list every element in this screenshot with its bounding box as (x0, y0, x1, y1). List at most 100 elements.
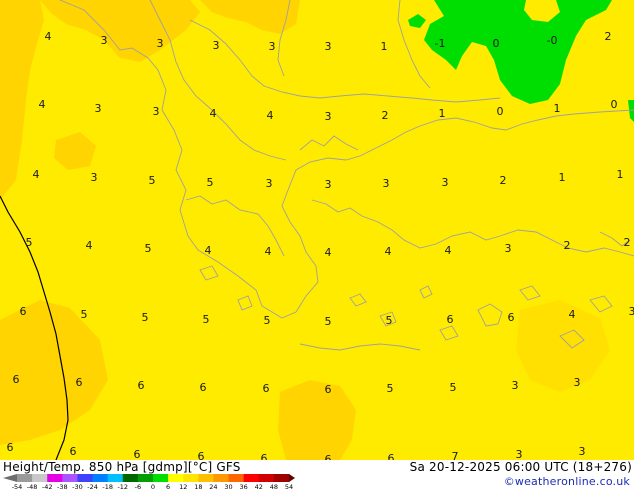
temperature-value: 2 (382, 109, 389, 122)
temperature-value: 4 (445, 244, 452, 257)
temperature-value: 3 (325, 40, 332, 53)
temperature-value: 1 (439, 107, 446, 120)
scale-swatch (77, 474, 94, 482)
scale-swatch (92, 474, 109, 482)
temperature-value: 3 (213, 39, 220, 52)
scale-swatch (258, 474, 275, 482)
temperature-value: 0 (611, 98, 618, 111)
scale-tick-label: -6 (135, 483, 141, 490)
scale-swatch (32, 474, 48, 482)
scale-tick-label: 30 (224, 483, 232, 490)
scale-tick-label: 0 (151, 483, 155, 490)
scale-tick-label: -12 (117, 483, 128, 490)
temperature-value: 4 (33, 168, 40, 181)
scale-swatch (3, 474, 17, 482)
scale-tick-label: -18 (102, 483, 113, 490)
scale-tick-label: 54 (285, 483, 293, 490)
temperature-value: 6 (134, 448, 141, 460)
temperature-value: 3 (629, 305, 634, 318)
temperature-value: 1 (559, 171, 566, 184)
temperature-value: 5 (203, 313, 210, 326)
scale-swatch (62, 474, 78, 482)
temperature-value: -0 (547, 34, 558, 47)
temperature-value: 6 (325, 453, 332, 460)
temperature-value: 6 (138, 379, 145, 392)
temperature-value: 4 (210, 107, 217, 120)
temperature-value: -1 (435, 37, 446, 50)
scale-tick-label: 18 (194, 483, 202, 490)
scale-swatch (107, 474, 124, 482)
temperature-value: 1 (381, 40, 388, 53)
temperature-value: 3 (512, 379, 519, 392)
temperature-value: 5 (81, 308, 88, 321)
temperature-value: 4 (45, 30, 52, 43)
temperature-value: 5 (145, 242, 152, 255)
temperature-value: 2 (564, 239, 571, 252)
temperature-value: 4 (267, 109, 274, 122)
scale-tick-label: 24 (209, 483, 217, 490)
temperature-value: 3 (95, 102, 102, 115)
map-title: Height/Temp. 850 hPa [gdmp][°C] GFS (3, 460, 241, 474)
temperature-value: 5 (264, 314, 271, 327)
scale-tick-label: 12 (179, 483, 187, 490)
temperature-value: 3 (325, 110, 332, 123)
scale-swatch (273, 474, 290, 482)
scale-swatch (183, 474, 199, 482)
temperature-value: 6 (325, 383, 332, 396)
temperature-value: 6 (70, 445, 77, 458)
scale-tick-label: -54 (12, 483, 23, 490)
temperature-value: 5 (142, 311, 149, 324)
temperature-value: 6 (198, 450, 205, 460)
scale-swatch (122, 474, 139, 482)
scale-tick-label: -42 (42, 483, 53, 490)
temperature-value: 6 (508, 311, 515, 324)
temperature-value: 5 (450, 381, 457, 394)
temperature-value: 4 (265, 245, 272, 258)
temperature-value: 4 (325, 246, 332, 259)
scale-tick-label: 48 (270, 483, 278, 490)
temperature-value: 5 (26, 236, 33, 249)
temperature-value: 5 (149, 174, 156, 187)
temperature-value: 1 (554, 102, 561, 115)
scale-swatch (47, 474, 63, 482)
temperature-value: 6 (447, 313, 454, 326)
credit-link[interactable]: ©weatheronline.co.uk (504, 475, 630, 488)
temperature-value: 6 (388, 452, 395, 460)
temperature-value: 6 (76, 376, 83, 389)
temperature-value: 2 (605, 30, 612, 43)
temperature-value: 3 (325, 178, 332, 191)
scale-tick-label: -24 (87, 483, 98, 490)
weather-map: 4 3 3 3 3 3 1 -1 0 -0 2 4 3 3 4 4 3 2 1 0 1 0 4 3 5 5 3 3 3 3 2 1 1 5 4 5 4 4… (0, 0, 634, 460)
temperature-value: 3 (574, 376, 581, 389)
temperature-value: 3 (442, 176, 449, 189)
scale-swatch (17, 474, 33, 482)
temperature-value: 3 (383, 177, 390, 190)
scale-swatch (228, 474, 245, 482)
temperature-value: 4 (569, 308, 576, 321)
temperature-value: 2 (624, 236, 631, 249)
temperature-value: 3 (579, 445, 586, 458)
temperature-value: 6 (200, 381, 207, 394)
temperature-value: 5 (325, 315, 332, 328)
temperature-value: 4 (205, 244, 212, 257)
temperature-value: 3 (269, 40, 276, 53)
temperature-value: 5 (207, 176, 214, 189)
footer-bar: Height/Temp. 850 hPa [gdmp][°C] GFS Sa 2… (0, 460, 634, 490)
temperature-value: 3 (266, 177, 273, 190)
scale-tick-label: -48 (27, 483, 38, 490)
scale-tick-label: 42 (255, 483, 263, 490)
scale-tick-label: 36 (240, 483, 248, 490)
temperature-value: 0 (497, 105, 504, 118)
color-scale: -54 -48 -42 -38 -30 -24 -18 -12 -6 0 6 12 18 24 30 36 42… (3, 474, 295, 490)
scale-tick-label: -38 (57, 483, 68, 490)
temperature-value: 3 (516, 448, 523, 460)
temperature-value: 4 (39, 98, 46, 111)
scale-tick-label: -30 (72, 483, 83, 490)
temperature-value: 5 (387, 382, 394, 395)
temperature-value: 3 (153, 105, 160, 118)
temperature-value: 5 (386, 314, 393, 327)
temperature-value: 3 (101, 34, 108, 47)
scale-swatch (198, 474, 214, 482)
temperature-value: 6 (7, 441, 14, 454)
temperature-value: 4 (385, 245, 392, 258)
